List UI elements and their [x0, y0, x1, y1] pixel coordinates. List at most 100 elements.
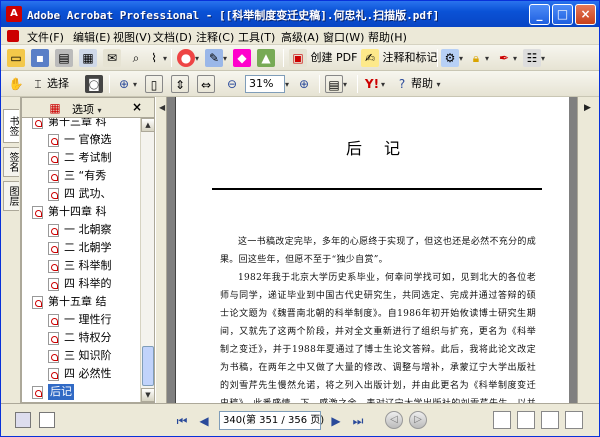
bookmark-item[interactable]: 一 北朝察 [22, 222, 140, 238]
facing-view-button[interactable] [541, 411, 559, 429]
bookmark-item[interactable]: 二 北朝学 [22, 240, 140, 256]
zoom-tool-button[interactable]: ⊕ ▾ [115, 74, 137, 94]
bookmark-new-icon[interactable]: ▦ [48, 101, 62, 115]
help-button[interactable]: ? 帮助 ▾ [393, 74, 441, 94]
page-layout-button[interactable]: ▤ ▾ [325, 74, 347, 94]
continuous-view-button[interactable] [517, 411, 535, 429]
open-button[interactable]: ▭ [7, 48, 25, 68]
zoom-in-button[interactable]: ⊕ [295, 74, 313, 94]
bookmark-item[interactable]: 四 必然性 [22, 366, 140, 382]
form-fields-button[interactable]: ☷ ▾ [523, 48, 545, 68]
scroll-up-button[interactable]: ▲ [141, 118, 155, 132]
acrobat-menu-icon[interactable] [7, 30, 19, 42]
go-back-button[interactable]: ◁ [385, 411, 403, 429]
tab-signatures[interactable]: 签名 [3, 147, 19, 177]
menu-tools[interactable]: 工具(T) [238, 29, 275, 45]
first-page-button[interactable]: ⏮ [173, 412, 191, 430]
fit-width-button[interactable]: ⇔ [197, 74, 215, 94]
panel-splitter[interactable]: ◀ [155, 97, 167, 403]
status-bar: ⏮ ◀ 340(第 351 / 356 页) ▶ ⏭ ◁ ▷ [1, 403, 599, 436]
secure-button[interactable]: ● ▾ [177, 48, 199, 68]
menu-window[interactable]: 窗口(W) [323, 29, 364, 45]
tools-button[interactable]: ⚙ ▾ [441, 48, 463, 68]
last-page-button[interactable]: ⏭ [349, 412, 367, 430]
panel-close-button[interactable]: × [132, 100, 142, 114]
scroll-down-button[interactable]: ▼ [141, 388, 155, 402]
menu-comments[interactable]: 注释(C) [196, 29, 234, 45]
sign-button[interactable]: ✎ ▾ [205, 48, 227, 68]
page-number-field[interactable]: 340(第 351 / 356 页) [219, 411, 324, 430]
scroll-right-icon[interactable]: ▶ [584, 103, 591, 113]
options-menu[interactable]: 选项 ▾ [72, 101, 102, 117]
toolbar-separator [283, 49, 284, 67]
bookmark-item[interactable]: 三 科举制 [22, 258, 140, 274]
bookmark-item[interactable]: 第十五章 结 [22, 294, 140, 310]
zoom-dropdown[interactable]: ▾ [285, 74, 289, 94]
bookmarks-scrollbar[interactable]: ▲ ▼ [140, 118, 155, 402]
hand-tool-button[interactable]: ✋ [7, 74, 25, 94]
bookmark-item[interactable]: 二 特权分 [22, 330, 140, 346]
document-scrollbar[interactable]: ▶ [577, 97, 599, 403]
scroll-thumb[interactable] [142, 346, 154, 386]
close-button[interactable]: × [575, 4, 596, 25]
lock-button[interactable]: 🔒︎ ▾ [467, 48, 489, 68]
menu-edit[interactable]: 编辑(E) [73, 29, 111, 45]
prev-page-button[interactable]: ◀ [195, 412, 213, 430]
yahoo-button[interactable]: Y! ▾ [363, 74, 385, 94]
bookmark-item[interactable]: 四 武功、 [22, 186, 140, 202]
bookmark-item[interactable]: 一 官僚选 [22, 132, 140, 148]
tab-layers[interactable]: 图层 [3, 181, 19, 211]
go-forward-button[interactable]: ▷ [409, 411, 427, 429]
bookmark-page-icon [48, 350, 59, 363]
organizer-button[interactable]: ▦ [79, 48, 97, 68]
print-button[interactable]: ▤ [55, 48, 73, 68]
actual-size-button[interactable]: ▯ [145, 74, 163, 94]
snapshot-button[interactable]: ◙ [85, 74, 103, 94]
bookmark-item[interactable]: 一 理性行 [22, 312, 140, 328]
maximize-button[interactable]: □ [552, 4, 573, 25]
forms-button[interactable]: ▲ [257, 48, 275, 68]
bookmark-item[interactable]: 三 “有秀 [22, 168, 140, 184]
toolbar-file: ▭ ▪ ▤ ▦ ✉ ⌕ ⌇▾ ●▾ ✎▾ ◆ ▲ ▣ 创建 PDF ▾ ✍ 注释… [1, 45, 599, 71]
fit-page-button[interactable]: ⇕ [171, 74, 189, 94]
email-icon: ✉ [103, 49, 121, 67]
menu-file[interactable]: 文件(F) [27, 29, 64, 45]
acrobat-icon: A [6, 6, 22, 22]
attach-button[interactable]: ⌇ ▾ [145, 48, 167, 68]
search-button[interactable]: ⌕ [127, 48, 145, 68]
create-pdf-button[interactable]: ▣ 创建 PDF ▾ [289, 48, 365, 68]
comment-markup-button[interactable]: ✍ 注释和标记 ▾ [361, 48, 445, 68]
menu-document[interactable]: 文档(D) [153, 29, 192, 45]
collapse-arrow-icon[interactable]: ◀ [159, 103, 165, 112]
minimize-button[interactable]: _ [529, 4, 550, 25]
document-view[interactable]: 后记 这一书稿改定完毕，多年的心愿终于实现了，但这也还是必然不充分的成果。回这些… [167, 97, 577, 403]
email-button[interactable]: ✉ [103, 48, 121, 68]
bookmark-item[interactable]: 二 考试制 [22, 150, 140, 166]
menu-view[interactable]: 视图(V) [113, 29, 151, 45]
single-page-view-button[interactable] [493, 411, 511, 429]
bookmark-item[interactable]: 后记 [22, 384, 140, 400]
zoom-input[interactable]: 31% [245, 75, 285, 93]
continuous-facing-view-button[interactable] [565, 411, 583, 429]
pen-button[interactable]: ✒ ▾ [495, 48, 517, 68]
toolbar-view: ✋ ⌶ 选择 ◙ ⊕ ▾ ▯ ⇕ ⇔ ⊖ 31% ▾ ⊕ ▤ ▾ Y! ▾ ? 帮助 ▾ [1, 71, 599, 97]
select-tool-button[interactable]: ⌶ 选择 [29, 74, 69, 94]
title-bar[interactable]: A Adobe Acrobat Professional - [[科举制度变迁史… [1, 1, 599, 27]
zoom-out-button[interactable]: ⊖ [223, 74, 241, 94]
review-icon: ◆ [233, 49, 251, 67]
bookmark-item[interactable]: 三 知识阶 [22, 348, 140, 364]
menu-advanced[interactable]: 高级(A) [281, 29, 319, 45]
menu-help[interactable]: 帮助(H) [368, 29, 407, 45]
review-button[interactable]: ◆ [233, 48, 251, 68]
bookmark-item[interactable]: 四 科举的 [22, 276, 140, 292]
tab-bookmarks[interactable]: 书签 [3, 109, 19, 143]
save-button[interactable]: ▪ [31, 48, 49, 68]
bookmark-item[interactable]: 第十三章 科 [22, 118, 140, 130]
bookmark-item[interactable]: 第十四章 科 [22, 204, 140, 220]
yahoo-icon: Y! [364, 77, 380, 91]
document-icon[interactable] [39, 412, 55, 428]
bookmark-label: 三 知识阶 [64, 349, 112, 362]
hand-icon: ✋ [8, 77, 24, 91]
next-page-button[interactable]: ▶ [327, 412, 345, 430]
screen-icon[interactable] [15, 412, 31, 428]
